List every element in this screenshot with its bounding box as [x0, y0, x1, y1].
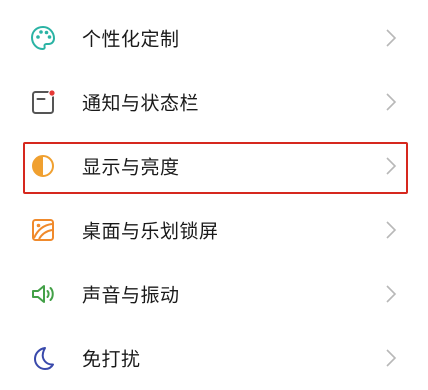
settings-item-sound-vibration[interactable]: 声音与振动: [0, 262, 428, 326]
moon-icon: [29, 344, 57, 372]
settings-item-desktop-lockscreen[interactable]: 桌面与乐划锁屏: [0, 198, 428, 262]
chevron-right-icon: [384, 283, 398, 305]
chevron-right-icon: [384, 91, 398, 113]
wallpaper-icon: [29, 216, 57, 244]
palette-icon: [29, 24, 57, 52]
settings-item-personalization[interactable]: 个性化定制: [0, 6, 428, 70]
settings-item-label: 免打扰: [82, 348, 141, 371]
settings-item-label: 通知与状态栏: [82, 92, 200, 115]
settings-item-notifications[interactable]: 通知与状态栏: [0, 70, 428, 134]
settings-item-label: 声音与振动: [82, 284, 180, 307]
settings-item-label: 桌面与乐划锁屏: [82, 220, 219, 243]
chevron-right-icon: [384, 219, 398, 241]
settings-item-display-brightness[interactable]: 显示与亮度: [0, 134, 428, 198]
settings-item-label: 显示与亮度: [82, 156, 180, 179]
brightness-icon: [29, 152, 57, 180]
chevron-right-icon: [384, 347, 398, 369]
chevron-right-icon: [384, 155, 398, 177]
chevron-right-icon: [384, 27, 398, 49]
settings-item-do-not-disturb[interactable]: 免打扰: [0, 326, 428, 390]
speaker-icon: [29, 280, 57, 308]
settings-item-label: 个性化定制: [82, 28, 180, 51]
notification-panel-icon: [29, 88, 57, 116]
settings-list: 个性化定制 通知与状态栏 显示与亮度 桌面与乐划锁屏 声音与振动 免打扰: [0, 0, 428, 388]
